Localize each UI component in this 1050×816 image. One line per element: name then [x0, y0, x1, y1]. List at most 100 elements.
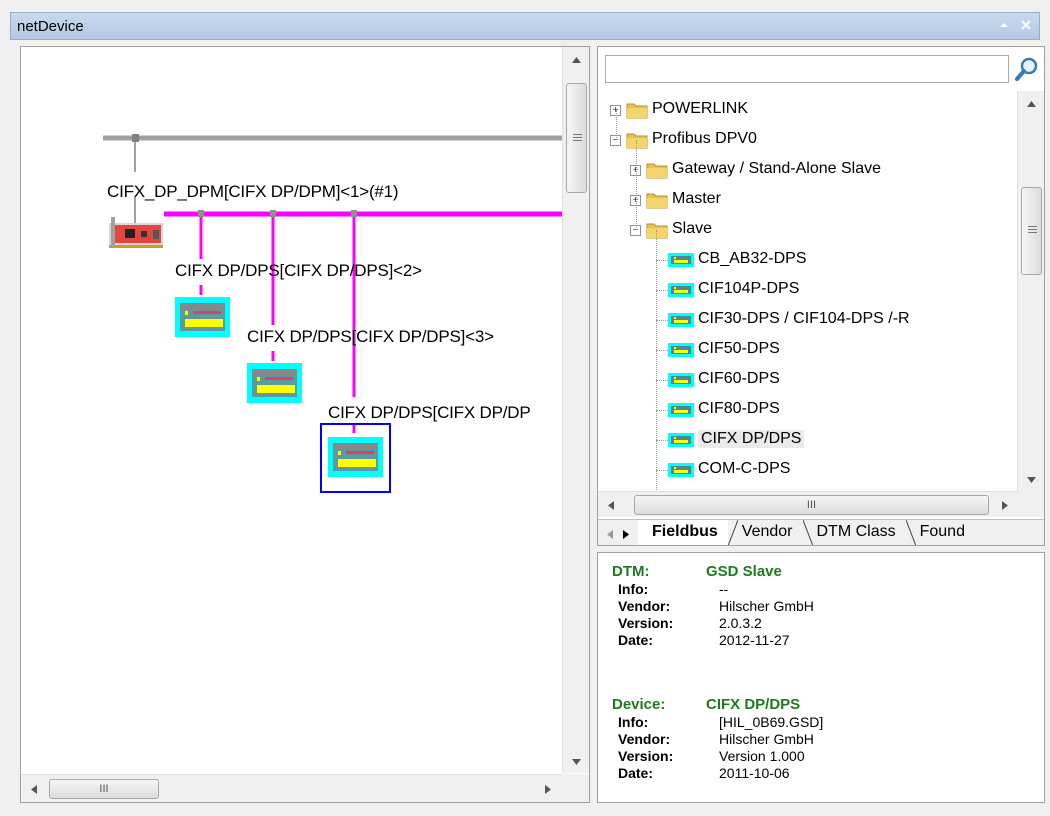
catalog-vertical-scrollbar[interactable]: [1017, 91, 1044, 491]
catalog-scroll-up-button[interactable]: [1018, 93, 1044, 115]
catalog-scroll-down-button[interactable]: [1018, 469, 1044, 491]
folder-icon: [626, 103, 648, 119]
slave-device-label-2[interactable]: CIFX DP/DPS[CIFX DP/DPS]<3>: [247, 327, 494, 347]
catalog-search: [605, 55, 1041, 85]
horizontal-scroll-thumb[interactable]: III: [49, 779, 159, 799]
tab-found[interactable]: Found: [916, 520, 975, 545]
scroll-right-button[interactable]: [537, 775, 559, 802]
tree-item-label: CIF50-DPS: [698, 340, 780, 357]
device-heading-key: Device:: [612, 696, 666, 713]
catalog-tree[interactable]: + POWERLINK − Profibus DPV0 + Gateway / Stand…: [598, 91, 1018, 491]
profibus-junction-1: [198, 210, 204, 217]
device-icon: [668, 433, 694, 447]
tree-folder-item[interactable]: + Master: [598, 185, 1018, 215]
tree-device-item[interactable]: CIF60-DPS: [598, 365, 1018, 395]
arrow-down-icon: [1027, 477, 1036, 483]
info-row: Info: --: [618, 581, 729, 597]
diagram-horizontal-scrollbar[interactable]: III: [21, 774, 563, 802]
tree-item-label: Slave: [672, 220, 713, 237]
network-diagram[interactable]: CIFX_DP_DPM[CIFX DP/DPM]<1>(#1) CIFX DP/…: [21, 47, 563, 773]
catalog-horizontal-scrollbar[interactable]: III: [598, 491, 1018, 517]
catalog-search-input[interactable]: [605, 55, 1009, 83]
scroll-grip: III: [806, 499, 817, 511]
device-icon: [668, 283, 694, 297]
tab-separator: [905, 520, 916, 545]
folder-icon: [646, 163, 668, 179]
slave-device-icon-3[interactable]: [328, 437, 383, 477]
catalog-tabstrip: Fieldbus Vendor DTM Class Found: [598, 519, 1044, 545]
tab-separator: [802, 520, 813, 545]
vertical-scroll-thumb[interactable]: [566, 83, 587, 193]
tree-device-item[interactable]: COM-C-DPS: [598, 455, 1018, 485]
arrow-right-icon: [545, 784, 551, 794]
dtm-heading-key: DTM:: [612, 563, 650, 580]
device-info-block: Device: CIFX DP/DPS Info: [HIL_0B69.GSD] …: [612, 696, 823, 782]
slave-device-label-3[interactable]: CIFX DP/DPS[CIFX DP/DP: [328, 403, 531, 423]
diagram-vertical-scrollbar[interactable]: [562, 47, 589, 773]
window-title: netDevice: [17, 17, 84, 35]
folder-icon: [646, 193, 668, 209]
scroll-left-button[interactable]: [23, 775, 45, 802]
slave-device-label-1[interactable]: CIFX DP/DPS[CIFX DP/DPS]<2>: [175, 261, 422, 281]
catalog-scroll-right-button[interactable]: [994, 492, 1016, 518]
bus-junction: [132, 134, 139, 142]
tree-guide-line: [656, 230, 657, 490]
tree-item-label: CIF30-DPS / CIF104-DPS /-R: [698, 310, 910, 327]
tree-device-item[interactable]: CIF50-DPS: [598, 335, 1018, 365]
tab-vendor[interactable]: Vendor: [738, 520, 803, 545]
pin-icon: [1000, 23, 1008, 27]
master-device-label[interactable]: CIFX_DP_DPM[CIFX DP/DPM]<1>(#1): [107, 182, 399, 202]
tree-device-item[interactable]: CB_AB32-DPS: [598, 245, 1018, 275]
tree-device-item[interactable]: CIF104P-DPS: [598, 275, 1018, 305]
slave-device-icon-1[interactable]: [175, 297, 230, 337]
catalog-scroll-left-button[interactable]: [600, 492, 622, 518]
scroll-up-button[interactable]: [563, 49, 589, 71]
tab-fieldbus[interactable]: Fieldbus: [638, 520, 728, 545]
tree-folder-item[interactable]: − Slave: [598, 215, 1018, 245]
device-icon: [668, 253, 694, 267]
slave-device-icon-2[interactable]: [247, 363, 302, 403]
tree-item-label: CIF60-DPS: [698, 370, 780, 387]
tree-folder-item[interactable]: − Profibus DPV0: [598, 125, 1018, 155]
tree-device-item[interactable]: CIF30-DPS / CIF104-DPS /-R: [598, 305, 1018, 335]
dtm-heading-value: GSD Slave: [706, 563, 782, 580]
arrow-left-icon: [607, 529, 613, 539]
tree-guide-line: [636, 140, 637, 230]
info-row: Info: [HIL_0B69.GSD]: [618, 714, 824, 730]
catalog-tabs: Fieldbus Vendor DTM Class Found: [638, 520, 975, 545]
tree-folder-item[interactable]: + POWERLINK: [598, 95, 1018, 125]
tree-folder-item[interactable]: + Gateway / Stand-Alone Slave: [598, 155, 1018, 185]
scroll-down-button[interactable]: [563, 751, 589, 773]
tab-scroll-left-button[interactable]: [602, 525, 618, 543]
catalog-horizontal-scroll-thumb[interactable]: III: [634, 495, 989, 515]
tab-scroll-right-button[interactable]: [618, 525, 634, 543]
info-row: Vendor: Hilscher GmbH: [618, 598, 814, 614]
dtm-heading: DTM: GSD Slave: [612, 563, 814, 581]
device-heading-value: CIFX DP/DPS: [706, 696, 801, 713]
catalog-scroll-corner: [1018, 491, 1044, 517]
tab-dtm-class[interactable]: DTM Class: [813, 520, 906, 545]
tree-item-label: Gateway / Stand-Alone Slave: [672, 160, 882, 177]
tree-device-item[interactable]: CIFX DP/DPS: [598, 425, 1018, 455]
arrow-up-icon: [572, 57, 581, 63]
catalog-vertical-scroll-thumb[interactable]: [1021, 187, 1042, 275]
info-row: Version: Version 1.000: [618, 748, 805, 764]
device-icon: [668, 403, 694, 417]
catalog-search-button[interactable]: [1013, 55, 1041, 83]
tab-separator: [727, 520, 738, 545]
pin-button[interactable]: [997, 17, 1011, 33]
tree-item-label: POWERLINK: [652, 100, 749, 117]
folder-icon: [626, 133, 648, 149]
tree-item-label: Master: [672, 190, 721, 207]
magnifier-icon: [1015, 57, 1038, 81]
close-button[interactable]: [1019, 17, 1033, 33]
info-row: Date: 2012-11-27: [618, 632, 790, 648]
arrow-left-icon: [31, 784, 37, 794]
info-row: Vendor: Hilscher GmbH: [618, 731, 814, 747]
scroll-corner: [562, 774, 589, 802]
arrow-right-icon: [623, 529, 629, 539]
info-row: Date: 2011-10-06: [618, 765, 790, 781]
tree-device-item[interactable]: CIF80-DPS: [598, 395, 1018, 425]
tree-item-label: CIFX DP/DPS: [698, 430, 805, 448]
titlebar-buttons: [997, 17, 1033, 33]
